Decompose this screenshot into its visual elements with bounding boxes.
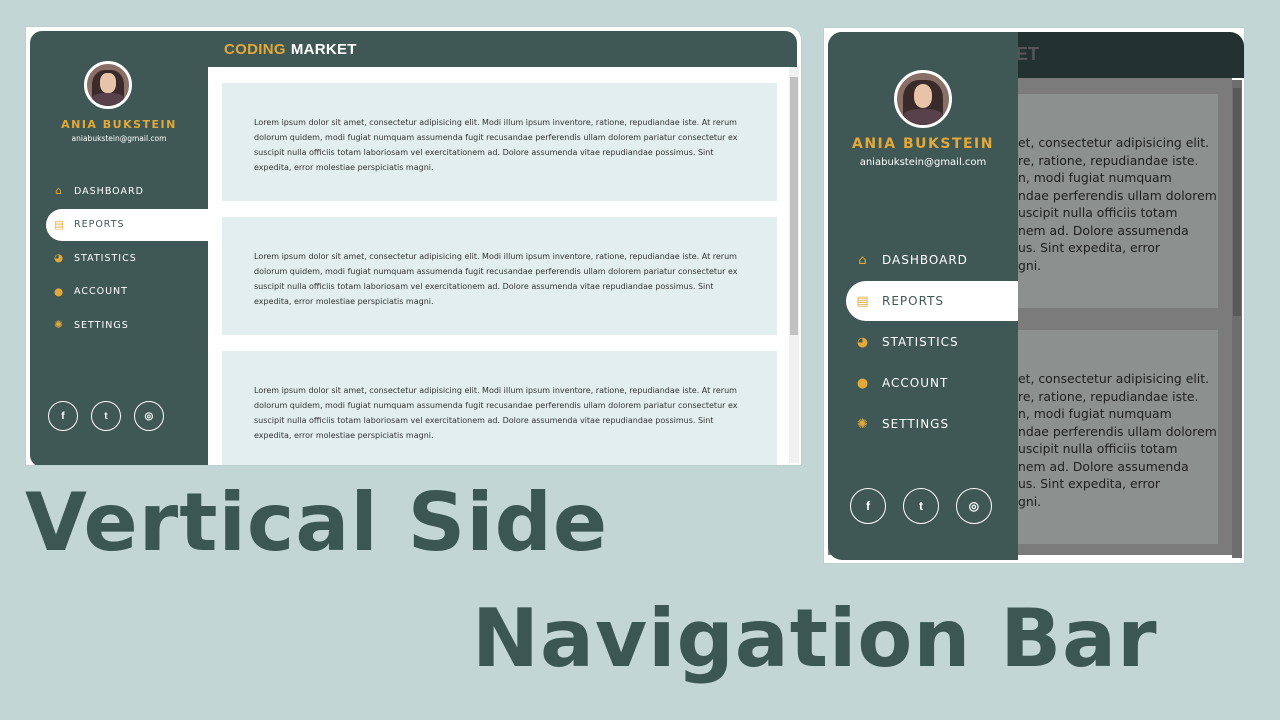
- avatar: [894, 70, 952, 128]
- nav-label: STATISTICS: [882, 335, 959, 349]
- sidebar: ANIA BUKSTEIN aniabukstein@gmail.com ⌂ DA…: [30, 31, 208, 465]
- nav-label: ACCOUNT: [882, 376, 949, 390]
- nav-item-reports[interactable]: ▤ REPORTS: [46, 208, 208, 241]
- nav-item-dashboard[interactable]: ⌂ DASHBOARD: [846, 240, 1018, 280]
- content-card: Lorem ipsum dolor sit amet, consectetur …: [222, 351, 777, 465]
- content-card: Lorem ipsum dolor sit amet, consectetur …: [222, 83, 777, 201]
- scrollbar-thumb[interactable]: [1233, 88, 1241, 316]
- gear-icon: ✺: [54, 319, 64, 331]
- nav-label: STATISTICS: [74, 252, 137, 264]
- social-links: f t ◎: [850, 488, 992, 524]
- user-name: ANIA BUKSTEIN: [852, 136, 994, 152]
- facebook-icon[interactable]: f: [48, 401, 78, 431]
- nav-label: REPORTS: [882, 294, 945, 308]
- title-line-1: Vertical Side: [25, 476, 609, 569]
- nav-label: DASHBOARD: [74, 185, 144, 197]
- instagram-icon[interactable]: ◎: [134, 401, 164, 431]
- file-icon: ▤: [856, 293, 870, 309]
- card-text: Lorem ipsum dolor sit amet, consectetur …: [254, 252, 738, 306]
- title-line-2: Navigation Bar: [472, 592, 1158, 685]
- instagram-icon[interactable]: ◎: [956, 488, 992, 524]
- card-text: Lorem ipsum dolor sit amet, consectetur …: [254, 118, 738, 172]
- content-card: Lorem ipsum dolor sit amet, consectetur …: [222, 217, 777, 335]
- sidebar: ANIA BUKSTEIN aniabukstein@gmail.com ⌂ DA…: [828, 32, 1018, 560]
- scrollbar[interactable]: [1232, 80, 1242, 558]
- nav-label: ACCOUNT: [74, 286, 128, 297]
- nav-label: SETTINGS: [882, 417, 950, 431]
- nav-label: SETTINGS: [74, 319, 129, 331]
- pie-chart-icon: ◕: [856, 334, 870, 350]
- nav-item-settings[interactable]: ✺ SETTINGS: [46, 309, 208, 341]
- nav-item-account[interactable]: ● ACCOUNT: [46, 276, 208, 308]
- scrollbar-thumb[interactable]: [790, 77, 798, 335]
- card-text: Lorem ipsum dolor sit amet, consectetur …: [254, 386, 738, 440]
- user-icon: ●: [54, 285, 65, 298]
- home-icon: ⌂: [858, 252, 868, 268]
- nav-item-settings[interactable]: ✺ SETTINGS: [846, 404, 1018, 444]
- user-email: aniabukstein@gmail.com: [859, 157, 987, 168]
- desktop-preview: CODING MARKET Lorem ipsum dolor sit amet,…: [25, 26, 802, 466]
- nav-item-dashboard[interactable]: ⌂ DASHBOARD: [46, 175, 208, 207]
- brand-part-1: CODING: [224, 41, 286, 58]
- social-links: f t ◎: [48, 401, 164, 431]
- nav-label: DASHBOARD: [882, 253, 968, 267]
- twitter-icon[interactable]: t: [91, 401, 121, 431]
- nav-item-statistics[interactable]: ◕ STATISTICS: [46, 242, 208, 274]
- user-name: ANIA BUKSTEIN: [61, 118, 177, 131]
- facebook-icon[interactable]: f: [850, 488, 886, 524]
- file-icon: ▤: [54, 218, 65, 231]
- nav-item-reports[interactable]: ▤ REPORTS: [846, 281, 1018, 321]
- scrollbar[interactable]: [789, 67, 799, 463]
- pie-chart-icon: ◕: [54, 252, 65, 264]
- nav-item-account[interactable]: ● ACCOUNT: [846, 363, 1018, 403]
- mobile-preview: ET et, consectetur adipisicing elit. re, …: [823, 27, 1245, 564]
- brand-part-2: MARKET: [290, 41, 357, 58]
- user-icon: ●: [856, 375, 870, 391]
- main-content: Lorem ipsum dolor sit amet, consectetur …: [208, 67, 789, 465]
- gear-icon: ✺: [857, 416, 869, 432]
- top-header: CODING MARKET: [208, 31, 797, 67]
- avatar: [84, 61, 132, 109]
- nav-label: REPORTS: [74, 219, 125, 230]
- brand-ghost: ET: [1016, 44, 1040, 64]
- home-icon: ⌂: [55, 185, 63, 197]
- user-email: aniabukstein@gmail.com: [71, 134, 167, 143]
- brand-logo[interactable]: CODING MARKET: [224, 41, 357, 58]
- nav-item-statistics[interactable]: ◕ STATISTICS: [846, 322, 1018, 362]
- twitter-icon[interactable]: t: [903, 488, 939, 524]
